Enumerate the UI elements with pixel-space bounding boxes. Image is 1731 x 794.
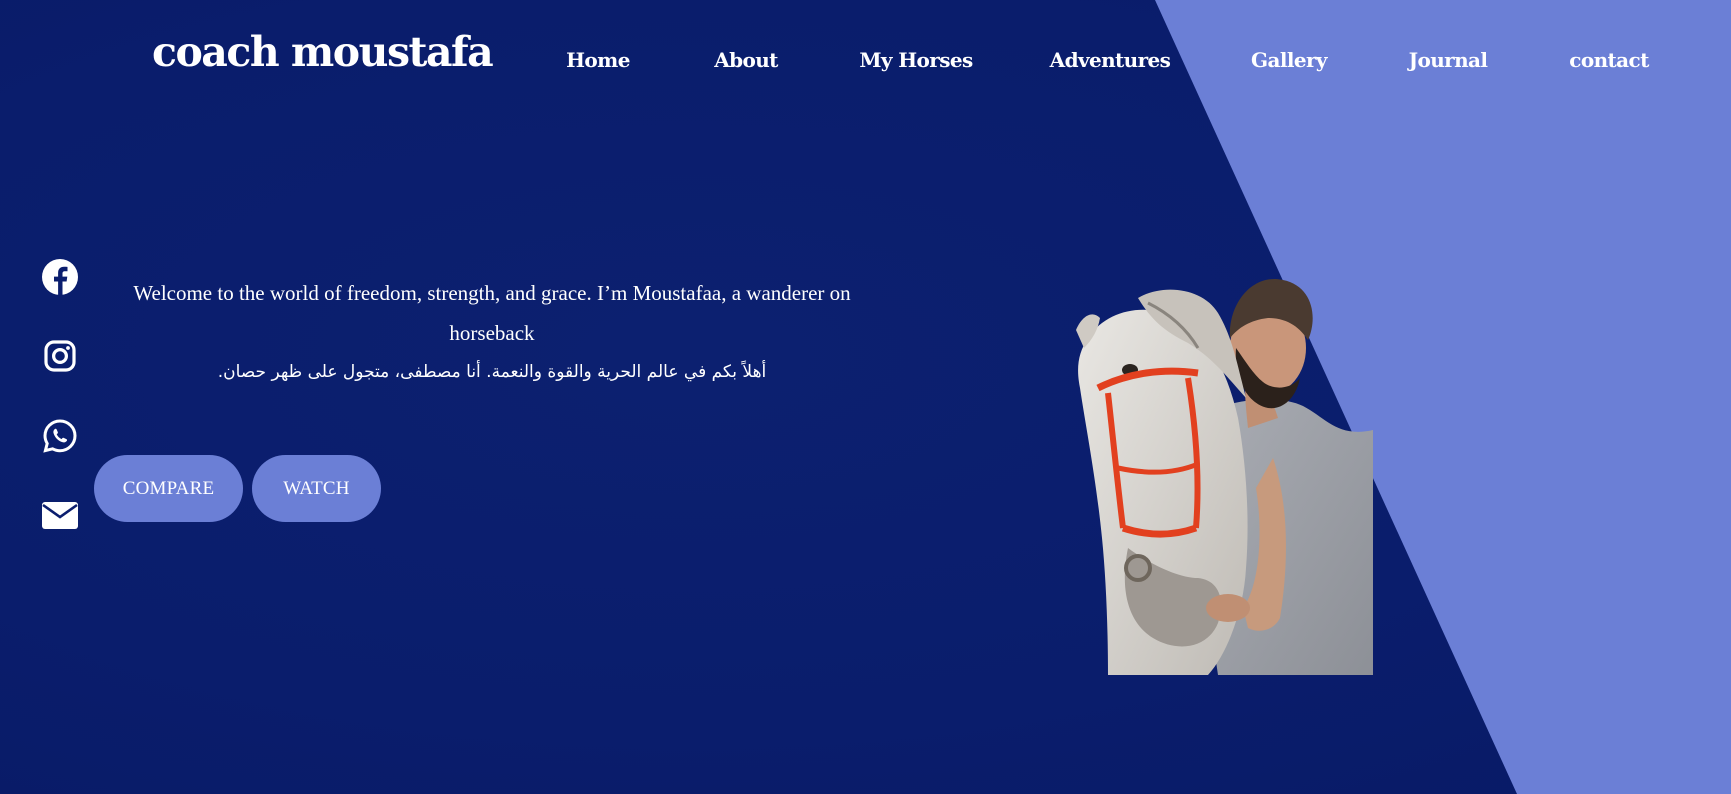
nav-home[interactable]: Home: [566, 48, 630, 72]
whatsapp-icon: [43, 419, 77, 453]
diagonal-accent-panel: [1155, 0, 1731, 794]
instagram-link[interactable]: [41, 337, 79, 375]
watch-button[interactable]: WATCH: [252, 455, 381, 522]
facebook-icon: [42, 259, 78, 295]
email-link[interactable]: [41, 496, 79, 534]
whatsapp-link[interactable]: [41, 417, 79, 455]
main-nav: Home About My Horses Adventures Gallery …: [0, 48, 1731, 76]
nav-journal[interactable]: Journal: [1409, 48, 1488, 72]
hero-arabic-text: أهلاً بكم في عالم الحرية والقوة والنعمة.…: [217, 362, 767, 382]
facebook-link[interactable]: [41, 258, 79, 296]
landing-page: coach moustafa Home About My Horses Adve…: [0, 0, 1731, 794]
compare-button[interactable]: COMPARE: [94, 455, 243, 522]
envelope-icon: [42, 502, 78, 529]
coach-with-horse-photo: [1076, 278, 1373, 675]
instagram-icon: [44, 340, 76, 372]
hero-welcome-text: Welcome to the world of freedom, strengt…: [133, 281, 851, 345]
hero-intro: Welcome to the world of freedom, strengt…: [112, 273, 872, 385]
nav-gallery[interactable]: Gallery: [1251, 48, 1328, 72]
nav-about[interactable]: About: [714, 48, 778, 72]
nav-contact[interactable]: contact: [1569, 48, 1649, 72]
nav-adventures[interactable]: Adventures: [1050, 48, 1171, 72]
nav-my-horses[interactable]: My Horses: [859, 48, 973, 72]
